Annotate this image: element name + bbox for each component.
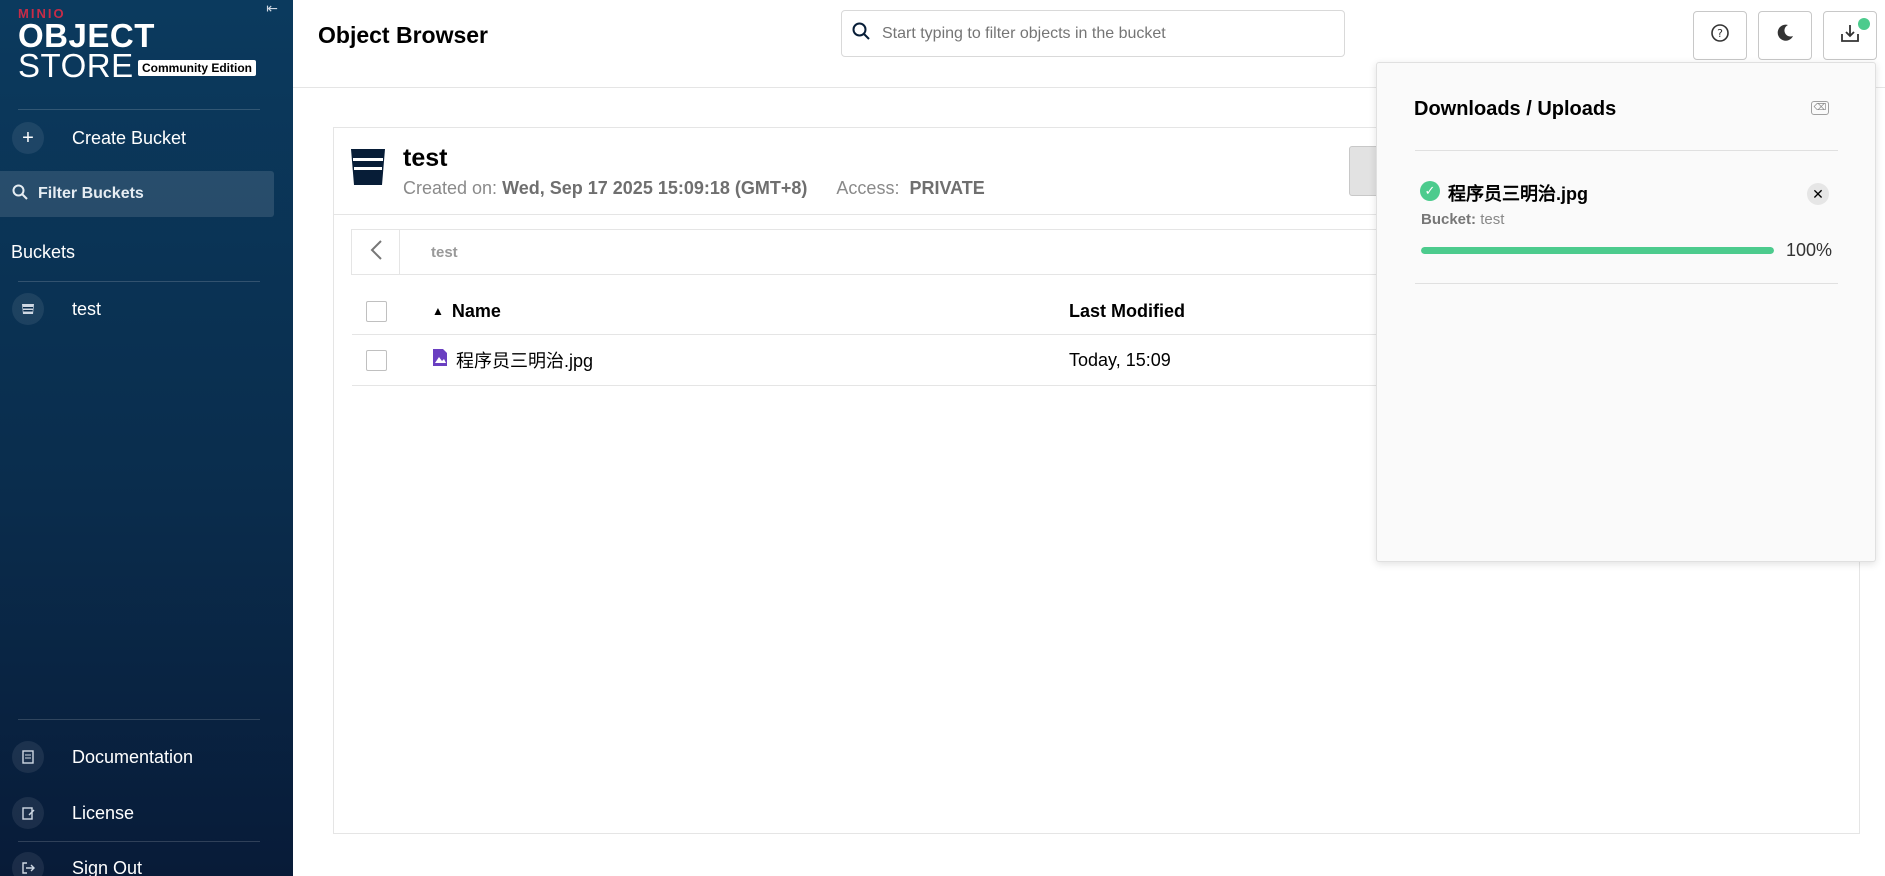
bucket-meta: Created on: Wed, Sep 17 2025 15:09:18 (G…	[403, 178, 985, 199]
divider	[18, 841, 260, 842]
download-bucket-value: test	[1480, 211, 1505, 228]
divider	[1415, 150, 1838, 151]
column-header-name[interactable]: ▲ Name	[432, 301, 501, 322]
downloads-button[interactable]	[1823, 11, 1877, 60]
moon-icon	[1775, 23, 1795, 49]
logo[interactable]: MINIO OBJECT STORE Community Edition	[18, 6, 258, 82]
sidebar: MINIO OBJECT STORE Community Edition ⇤ +…	[0, 0, 293, 876]
help-button[interactable]: ?	[1693, 11, 1747, 60]
plus-icon: +	[12, 122, 44, 154]
download-bucket: Bucket: test	[1421, 211, 1504, 228]
access-value: PRIVATE	[909, 178, 985, 198]
row-file-name: 程序员三明治.jpg	[456, 351, 594, 371]
filter-buckets-input[interactable]: Filter Buckets	[0, 171, 274, 217]
svg-text:?: ?	[1717, 27, 1723, 40]
search-icon	[852, 22, 870, 45]
column-header-last-modified[interactable]: Last Modified	[1069, 301, 1185, 322]
create-bucket-button[interactable]: + Create Bucket	[0, 116, 293, 160]
sidebar-item-bucket-test[interactable]: test	[0, 287, 293, 331]
logo-edition-badge: Community Edition	[138, 60, 256, 76]
downloads-title: Downloads / Uploads	[1414, 98, 1617, 120]
collapse-sidebar-icon[interactable]: ⇤	[262, 0, 282, 16]
bucket-icon	[350, 148, 386, 186]
download-progress-bar	[1421, 247, 1774, 254]
column-name-label: Name	[451, 300, 501, 321]
documentation-icon	[12, 741, 44, 773]
sign-out-icon	[12, 852, 44, 876]
download-progress-text: 100%	[1786, 240, 1833, 260]
dark-mode-toggle[interactable]	[1758, 11, 1812, 60]
documentation-label: Documentation	[72, 746, 194, 767]
check-circle-icon: ✓	[1420, 181, 1440, 201]
sidebar-item-license[interactable]: License	[0, 791, 293, 835]
row-checkbox[interactable]	[366, 349, 387, 371]
sidebar-bucket-label: test	[72, 298, 102, 319]
sort-ascending-icon: ▲	[432, 304, 444, 318]
created-value: Wed, Sep 17 2025 15:09:18 (GMT+8)	[502, 178, 808, 198]
download-progress-fill	[1421, 247, 1774, 254]
sign-out-label: Sign Out	[72, 857, 143, 876]
create-bucket-label: Create Bucket	[72, 127, 187, 148]
divider	[1415, 283, 1838, 284]
select-all-checkbox[interactable]	[366, 300, 387, 322]
divider	[18, 109, 260, 110]
divider	[18, 719, 260, 720]
downloads-panel: Downloads / Uploads ⌫ ✓ 程序员三明治.jpg ✕ Buc…	[1376, 62, 1876, 562]
buckets-section-title: Buckets	[11, 242, 76, 262]
row-last-modified: Today, 15:09	[1069, 349, 1171, 370]
object-search-input[interactable]	[882, 24, 1322, 43]
close-icon[interactable]: ✕	[1807, 183, 1829, 205]
filter-buckets-placeholder: Filter Buckets	[38, 185, 144, 202]
search-icon	[12, 184, 28, 205]
bucket-name: test	[403, 144, 448, 172]
license-icon	[12, 797, 44, 829]
sign-out-button[interactable]: Sign Out	[0, 846, 293, 876]
created-label: Created on:	[403, 178, 498, 198]
chevron-left-icon	[369, 237, 383, 268]
divider	[18, 281, 260, 282]
image-file-icon	[432, 348, 456, 372]
breadcrumb-path[interactable]: test	[431, 244, 458, 261]
help-icon: ?	[1710, 23, 1730, 49]
bucket-icon	[12, 293, 44, 325]
clear-all-icon[interactable]: ⌫	[1811, 101, 1829, 115]
download-bucket-label: Bucket:	[1421, 211, 1477, 228]
license-label: License	[72, 802, 135, 823]
sidebar-item-documentation[interactable]: Documentation	[0, 735, 293, 779]
back-button[interactable]	[352, 230, 400, 274]
access-label: Access:	[836, 178, 900, 198]
download-file-name: 程序员三明治.jpg	[1448, 184, 1588, 204]
object-search-box[interactable]	[841, 10, 1345, 57]
row-name-cell: 程序员三明治.jpg	[432, 347, 593, 373]
notification-dot	[1858, 18, 1870, 30]
page-title: Object Browser	[318, 22, 488, 48]
